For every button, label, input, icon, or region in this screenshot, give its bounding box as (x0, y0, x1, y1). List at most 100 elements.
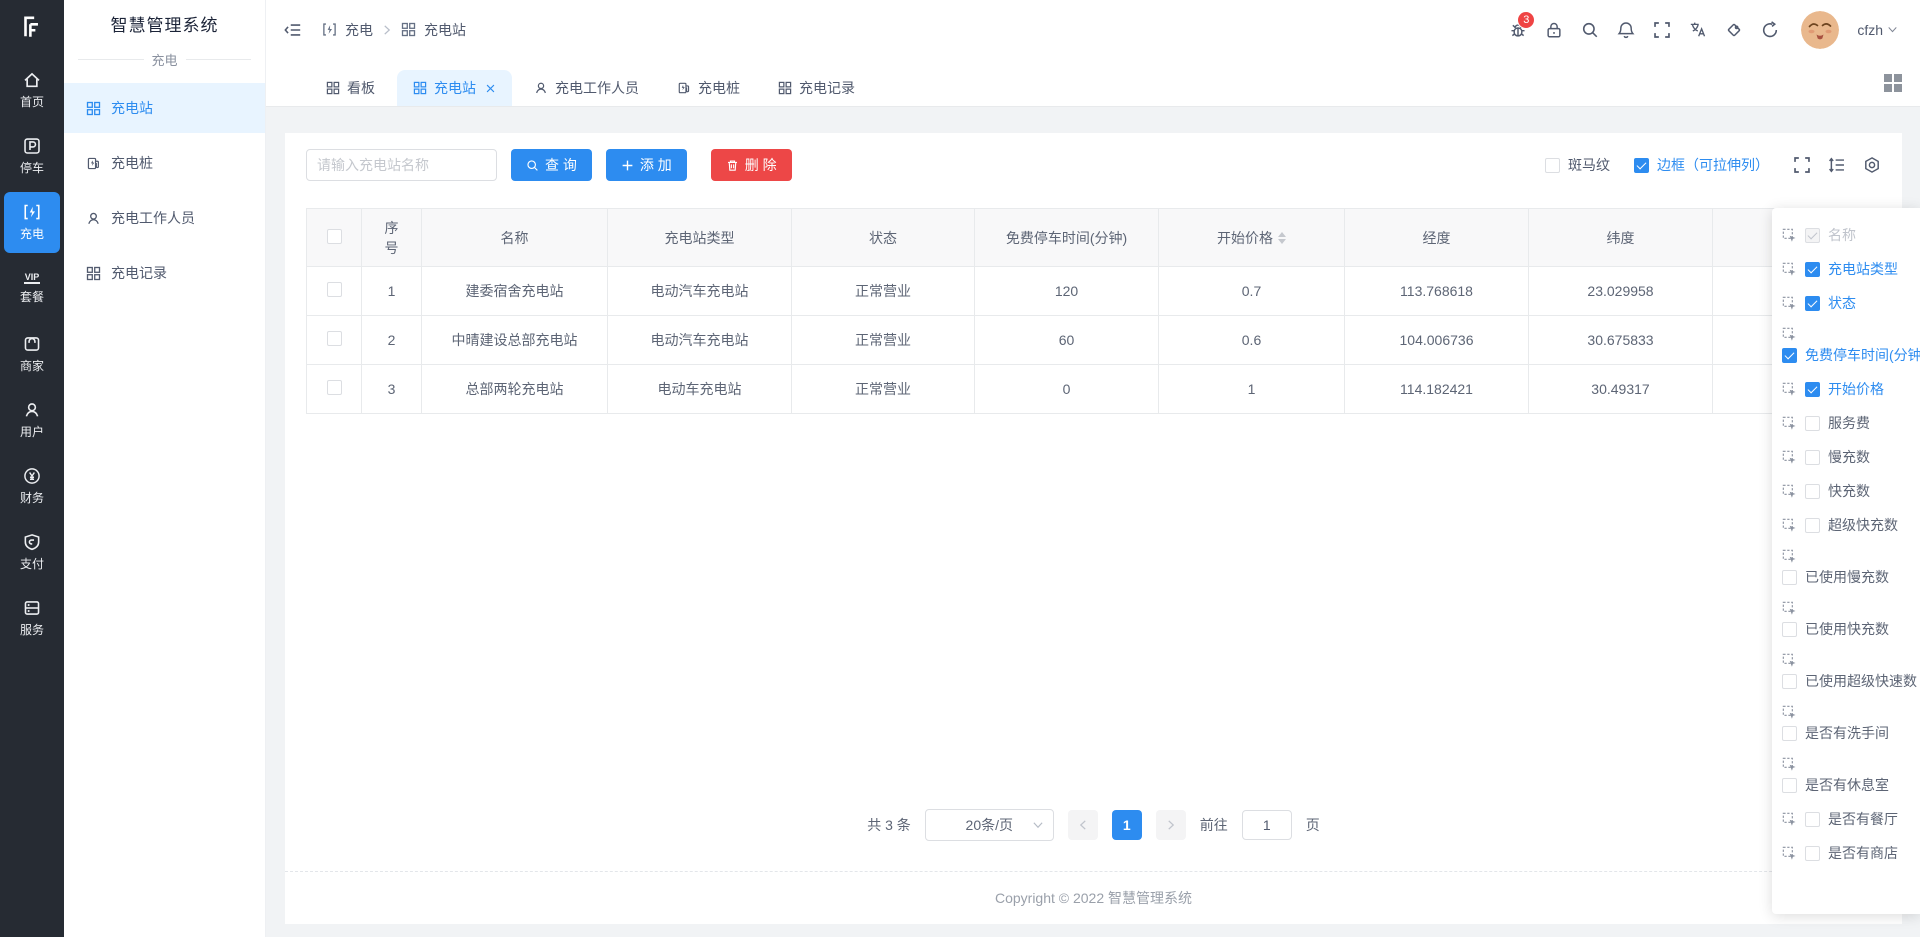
column-toggle[interactable]: 是否有休息室 (1782, 775, 1889, 795)
row-height-icon[interactable] (1828, 156, 1846, 174)
add-button[interactable]: 添 加 (605, 149, 687, 181)
app-logo[interactable] (0, 0, 64, 54)
column-drag-handle[interactable] (1782, 296, 1797, 311)
column-toggle[interactable]: 是否有商店 (1805, 843, 1898, 863)
next-page-button[interactable] (1155, 810, 1186, 840)
theme-tag-icon[interactable] (1725, 21, 1743, 39)
column-checkbox[interactable] (1782, 673, 1797, 689)
column-checkbox[interactable] (1782, 777, 1797, 793)
refresh-icon[interactable] (1761, 20, 1779, 39)
sidebar-item-workers[interactable]: 充电工作人员 (64, 193, 265, 243)
column-checkbox[interactable] (1782, 725, 1797, 741)
sidebar-item-records[interactable]: 充电记录 (64, 248, 265, 298)
column-checkbox[interactable] (1805, 811, 1820, 827)
column-toggle[interactable]: 状态 (1805, 293, 1856, 313)
column-checkbox[interactable] (1782, 569, 1797, 585)
column-toggle[interactable]: 免费停车时间(分钟) (1782, 345, 1920, 365)
rail-item-home[interactable]: 首页 (4, 60, 60, 121)
search-icon[interactable] (1581, 21, 1599, 39)
border-checkbox[interactable] (1634, 157, 1649, 173)
column-drag-handle[interactable] (1782, 228, 1797, 243)
tab-stations[interactable]: 充电站 (397, 70, 512, 106)
column-drag-handle[interactable] (1782, 518, 1797, 533)
breadcrumb-item[interactable]: 充电 (345, 20, 373, 40)
border-toggle[interactable]: 边框（可拉伸列） (1634, 155, 1769, 175)
column-drag-handle[interactable] (1782, 549, 1797, 564)
column-drag-handle[interactable] (1782, 757, 1797, 772)
collapse-sidebar-icon[interactable] (284, 21, 302, 39)
column-checkbox[interactable] (1805, 227, 1820, 243)
rail-item-user[interactable]: 用户 (4, 390, 60, 451)
column-checkbox[interactable] (1805, 295, 1820, 311)
sidebar-item-piles[interactable]: 充电桩 (64, 138, 265, 188)
column-drag-handle[interactable] (1782, 327, 1797, 342)
tab-options-button[interactable] (1884, 74, 1904, 94)
bell-icon[interactable] (1617, 21, 1635, 39)
tab-records[interactable]: 充电记录 (762, 70, 871, 106)
zebra-checkbox[interactable] (1545, 157, 1560, 173)
sort-carets-icon[interactable] (1278, 231, 1286, 244)
column-drag-handle[interactable] (1782, 484, 1797, 499)
column-toggle[interactable]: 慢充数 (1805, 447, 1870, 467)
column-checkbox[interactable] (1805, 483, 1820, 499)
page-size-select[interactable]: 20条/页 (924, 809, 1054, 841)
rail-item-parking[interactable]: 停车 (4, 126, 60, 187)
tab-piles[interactable]: 充电桩 (661, 70, 756, 106)
select-all-checkbox[interactable] (326, 228, 342, 244)
column-checkbox[interactable] (1805, 517, 1820, 533)
row-checkbox[interactable] (326, 282, 342, 297)
column-checkbox[interactable] (1782, 621, 1797, 637)
close-tab-icon[interactable] (485, 83, 496, 94)
breadcrumb-item[interactable]: 充电站 (424, 20, 466, 40)
lock-icon[interactable] (1545, 21, 1563, 39)
sidebar-item-stations[interactable]: 充电站 (64, 83, 265, 133)
column-drag-handle[interactable] (1782, 601, 1797, 616)
debug-button[interactable]: 3 (1509, 10, 1536, 39)
rail-item-service[interactable]: 服务 (4, 588, 60, 649)
column-drag-handle[interactable] (1782, 812, 1797, 827)
row-checkbox[interactable] (326, 380, 342, 395)
rail-item-payment[interactable]: 支付 (4, 522, 60, 583)
tab-workers[interactable]: 充电工作人员 (518, 70, 655, 106)
search-input[interactable] (306, 149, 497, 181)
column-toggle[interactable]: 快充数 (1805, 481, 1870, 501)
column-checkbox[interactable] (1805, 449, 1820, 465)
user-menu[interactable]: cfzh (1857, 22, 1898, 38)
column-checkbox[interactable] (1782, 347, 1797, 363)
column-toggle[interactable]: 充电站类型 (1805, 259, 1898, 279)
column-toggle[interactable]: 开始价格 (1805, 379, 1884, 399)
rail-item-finance[interactable]: 财务 (4, 456, 60, 517)
translate-icon[interactable] (1689, 21, 1707, 39)
column-drag-handle[interactable] (1782, 705, 1797, 720)
column-toggle[interactable]: 是否有洗手间 (1782, 723, 1889, 743)
column-toggle[interactable]: 已使用快充数 (1782, 619, 1889, 639)
column-checkbox[interactable] (1805, 381, 1820, 397)
column-drag-handle[interactable] (1782, 450, 1797, 465)
delete-button[interactable]: 删 除 (710, 149, 792, 181)
column-drag-handle[interactable] (1782, 846, 1797, 861)
prev-page-button[interactable] (1067, 810, 1098, 840)
column-checkbox[interactable] (1805, 415, 1820, 431)
column-toggle[interactable]: 已使用超级快速数 (1782, 671, 1917, 691)
column-drag-handle[interactable] (1782, 416, 1797, 431)
column-settings-gear-icon[interactable] (1863, 156, 1881, 174)
column-toggle[interactable]: 超级快充数 (1805, 515, 1898, 535)
column-drag-handle[interactable] (1782, 262, 1797, 277)
column-toggle[interactable]: 服务费 (1805, 413, 1870, 433)
column-toggle[interactable]: 名称 (1805, 225, 1856, 245)
zebra-toggle[interactable]: 斑马纹 (1545, 155, 1610, 175)
row-checkbox[interactable] (326, 331, 342, 346)
column-drag-handle[interactable] (1782, 653, 1797, 668)
column-header-sortable[interactable]: 开始价格 (1158, 208, 1345, 267)
goto-page-input[interactable] (1241, 810, 1292, 840)
column-checkbox[interactable] (1805, 845, 1820, 861)
table-fullscreen-icon[interactable] (1793, 156, 1811, 174)
avatar[interactable] (1801, 10, 1840, 49)
column-drag-handle[interactable] (1782, 382, 1797, 397)
rail-item-charging[interactable]: 充电 (4, 192, 60, 253)
current-page-button[interactable]: 1 (1111, 810, 1142, 840)
rail-item-package[interactable]: VIP 套餐 (4, 258, 60, 319)
query-button[interactable]: 查 询 (511, 149, 592, 181)
column-checkbox[interactable] (1805, 261, 1820, 277)
fullscreen-icon[interactable] (1653, 21, 1671, 39)
